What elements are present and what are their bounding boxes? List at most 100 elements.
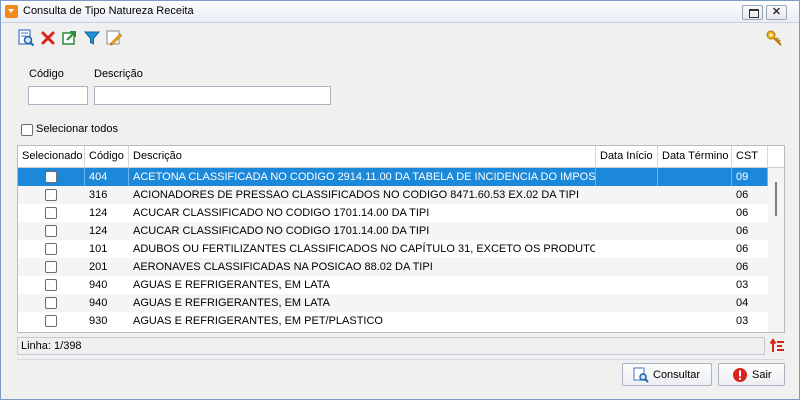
export-icon[interactable] [61,29,79,47]
vertical-scrollbar[interactable] [768,168,784,332]
cell-data-termino [658,312,732,330]
row-select-checkbox[interactable] [45,207,57,219]
exit-icon [732,367,748,386]
select-all-checkbox[interactable] [21,124,33,136]
cell-data-termino [658,204,732,222]
line-counter: Linha: 1/398 [21,340,82,352]
row-select-checkbox[interactable] [45,225,57,237]
cell-codigo: 404 [85,168,129,186]
cell-data-inicio [596,240,658,258]
column-header-cst[interactable]: CST [732,146,768,167]
title-bar: Consulta de Tipo Natureza Receita ✕ [1,1,799,23]
column-header-descricao[interactable]: Descrição [129,146,596,167]
table-row[interactable]: 940 AGUAS E REFRIGERANTES, EM LATA 04 [18,294,768,312]
cell-data-inicio [596,222,658,240]
row-select-checkbox[interactable] [45,261,57,273]
cell-codigo: 201 [89,261,108,273]
cell-codigo: 930 [89,315,108,327]
app-menu-icon[interactable] [5,5,18,18]
cell-data-termino [658,222,732,240]
cell-cst: 09 [732,168,768,186]
row-select-checkbox[interactable] [45,315,57,327]
cell-descricao: AGUAS E REFRIGERANTES, EM LATA [133,297,331,309]
cell-selecionado [18,294,85,312]
cell-codigo: 101 [89,243,108,255]
cell-cst: 03 [736,279,749,291]
delete-icon[interactable] [39,29,57,47]
cell-data-inicio [596,186,658,204]
cell-data-inicio [596,294,658,312]
column-header-data-termino[interactable]: Data Término [658,146,732,167]
cell-cst: 03 [736,315,749,327]
table-row[interactable]: 940 AGUAS E REFRIGERANTES, EM LATA 03 [18,276,768,294]
cell-codigo: 940 [89,297,108,309]
cell-selecionado [18,222,85,240]
sair-button[interactable]: Sair [718,363,785,386]
cell-codigo: 316 [89,189,108,201]
cell-descricao: ACETONA CLASSIFICADA NO CODIGO 2914.11.0… [129,168,596,186]
consultar-label: Consultar [653,369,701,381]
cell-data-termino [658,258,732,276]
consultar-search-icon [633,367,649,386]
table-row[interactable]: 201 AERONAVES CLASSIFICADAS NA POSICAO 88… [18,258,768,276]
cell-cst: 06 [736,261,749,273]
cell-data-termino [658,276,732,294]
cell-cst: 04 [736,297,749,309]
table-row[interactable]: 404 ACETONA CLASSIFICADA NO CODIGO 2914.1… [18,168,768,186]
consultar-button[interactable]: Consultar [622,363,712,386]
cell-data-termino [658,294,732,312]
cell-data-inicio [596,276,658,294]
table-row[interactable]: 316 ACIONADORES DE PRESSAO CLASSIFICADOS … [18,186,768,204]
row-select-checkbox[interactable] [45,279,57,291]
cell-descricao: AERONAVES CLASSIFICADAS NA POSICAO 88.02… [133,261,433,273]
scrollbar-thumb[interactable] [775,182,777,216]
cell-selecionado [18,204,85,222]
cell-cst: 06 [736,189,749,201]
cell-cst: 06 [736,225,749,237]
cell-selecionado [18,312,85,330]
status-bar: Linha: 1/398 [17,337,765,355]
maximize-button[interactable] [742,5,763,20]
column-header-data-inicio[interactable]: Data Início [596,146,658,167]
column-header-selecionado[interactable]: Selecionado [18,146,85,167]
codigo-input[interactable] [28,86,88,105]
grid-header: Selecionado Código Descrição Data Início… [18,146,784,168]
column-header-codigo[interactable]: Código [85,146,129,167]
table-row[interactable]: 124 ACUCAR CLASSIFICADO NO CODIGO 1701.14… [18,222,768,240]
filter-icon[interactable] [83,29,101,47]
window-title: Consulta de Tipo Natureza Receita [23,5,194,17]
results-grid: Selecionado Código Descrição Data Início… [17,145,785,333]
key-icon[interactable] [765,29,783,47]
cell-descricao: AGUAS E REFRIGERANTES, EM LATA [133,279,331,291]
select-all-label[interactable]: Selecionar todos [36,123,118,135]
cell-data-inicio [596,168,658,186]
cell-data-termino [658,168,732,186]
codigo-label: Código [29,68,64,80]
cell-data-inicio [596,258,658,276]
row-select-checkbox[interactable] [45,171,57,183]
main-window: Consulta de Tipo Natureza Receita ✕ Códi… [0,0,800,400]
close-button[interactable]: ✕ [766,5,787,20]
cell-data-inicio [596,312,658,330]
cell-selecionado [18,168,85,186]
table-row[interactable]: 124 ACUCAR CLASSIFICADO NO CODIGO 1701.14… [18,204,768,222]
cell-descricao: ACIONADORES DE PRESSAO CLASSIFICADOS NO … [133,189,580,201]
toolbar [1,25,799,51]
table-row[interactable]: 101 ADUBOS OU FERTILIZANTES CLASSIFICADOS… [18,240,768,258]
descricao-input[interactable] [94,86,331,105]
row-select-checkbox[interactable] [45,243,57,255]
row-select-checkbox[interactable] [45,297,57,309]
table-row[interactable]: 930 AGUAS E REFRIGERANTES, EM PET/PLASTIC… [18,312,768,330]
cell-selecionado [18,258,85,276]
sort-order-icon[interactable] [769,338,785,354]
cell-data-termino [658,186,732,204]
descricao-label: Descrição [94,68,143,80]
cell-selecionado [18,186,85,204]
cell-cst: 06 [736,243,749,255]
sair-label: Sair [752,369,772,381]
search-document-icon[interactable] [17,29,35,47]
row-select-checkbox[interactable] [45,189,57,201]
cell-descricao: ACUCAR CLASSIFICADO NO CODIGO 1701.14.00… [133,207,430,219]
edit-icon[interactable] [105,29,123,47]
cell-selecionado [18,240,85,258]
